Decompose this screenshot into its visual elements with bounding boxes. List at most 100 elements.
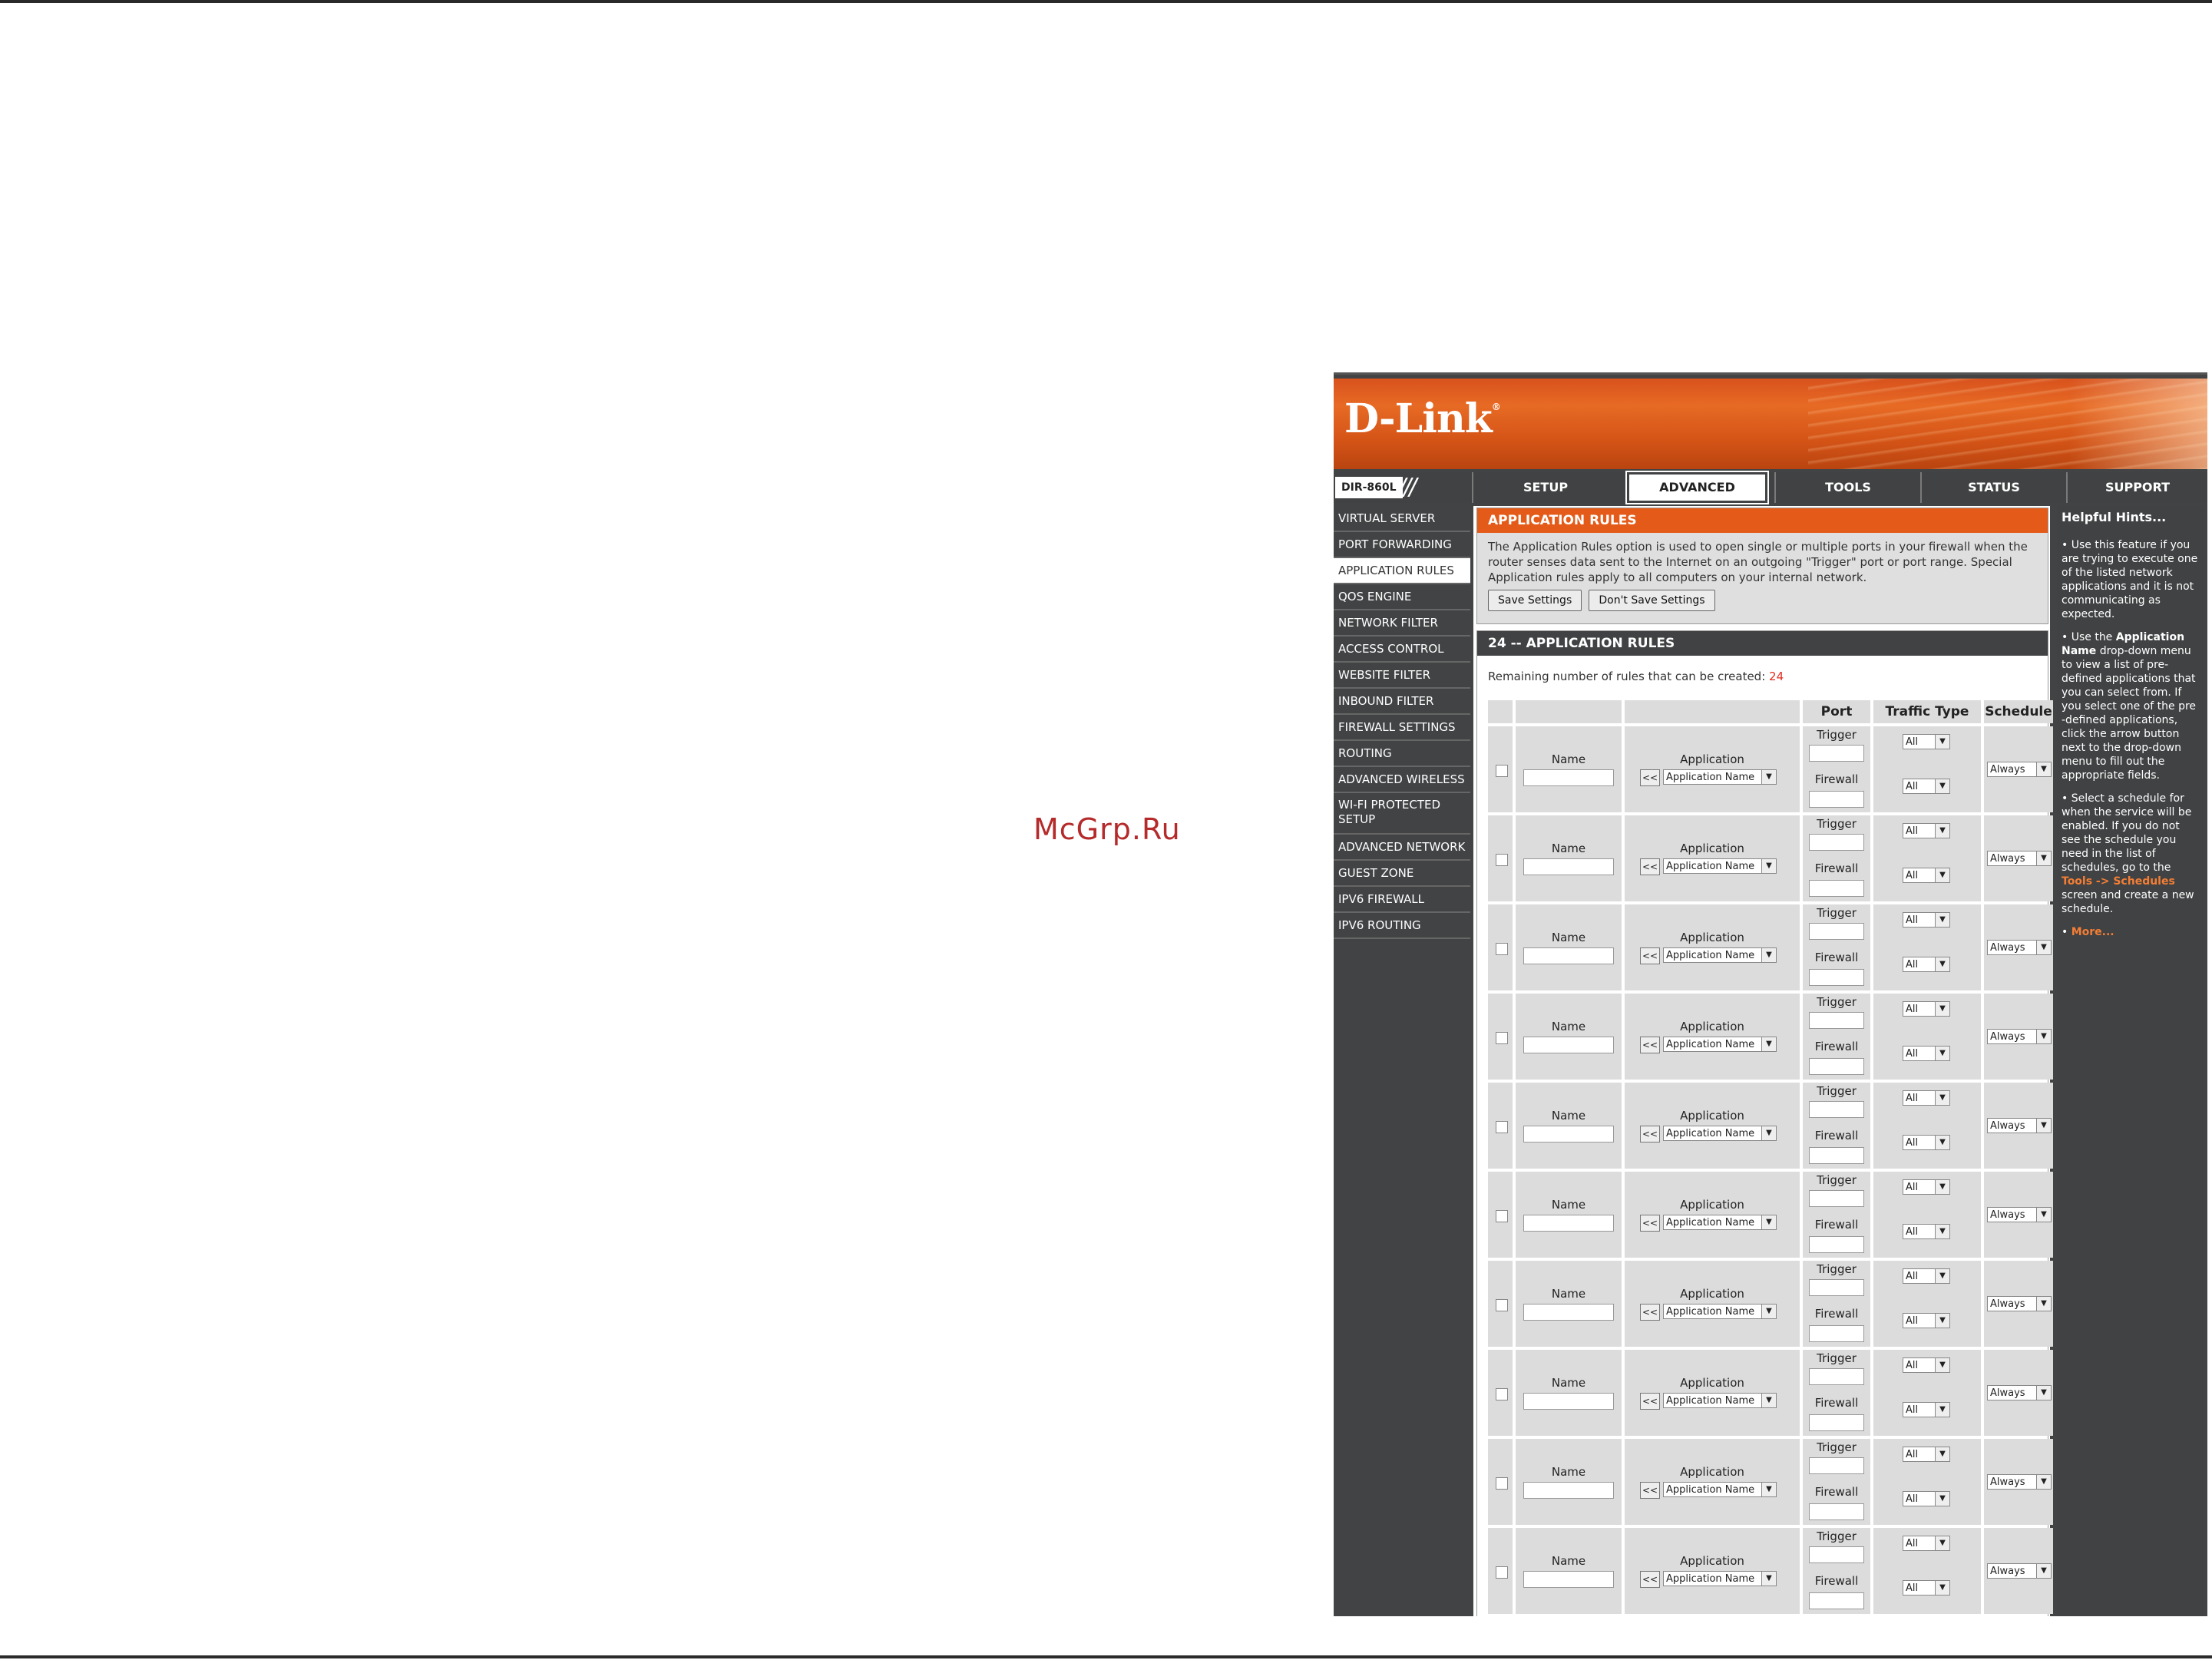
rule-enable-checkbox[interactable]: [1496, 1477, 1508, 1490]
tab-advanced[interactable]: ADVANCED: [1625, 471, 1769, 504]
sidebar-item-virtual-server[interactable]: VIRTUAL SERVER: [1334, 506, 1470, 532]
sidebar-item-access-control[interactable]: ACCESS CONTROL: [1334, 637, 1470, 663]
application-name-select[interactable]: Application Name ▼: [1663, 947, 1777, 963]
application-name-select[interactable]: Application Name ▼: [1663, 769, 1777, 785]
firewall-traffic-type-select[interactable]: All ▼: [1903, 1313, 1950, 1328]
trigger-traffic-type-select[interactable]: All ▼: [1903, 1536, 1950, 1551]
firewall-traffic-type-select[interactable]: All ▼: [1903, 957, 1950, 972]
firewall-port-input[interactable]: [1809, 1058, 1864, 1075]
firewall-port-input[interactable]: [1809, 969, 1864, 986]
sidebar-item-advanced-wireless[interactable]: ADVANCED WIRELESS: [1334, 767, 1470, 793]
schedule-select[interactable]: Always ▼: [1987, 1563, 2052, 1579]
schedule-select[interactable]: Always ▼: [1987, 851, 2052, 866]
application-name-select[interactable]: Application Name ▼: [1663, 1037, 1777, 1052]
copy-application-button[interactable]: <<: [1640, 1215, 1660, 1232]
rule-name-input[interactable]: [1523, 1304, 1614, 1321]
trigger-port-input[interactable]: [1809, 1457, 1864, 1474]
firewall-traffic-type-select[interactable]: All ▼: [1903, 1402, 1950, 1417]
trigger-traffic-type-select[interactable]: All ▼: [1903, 912, 1950, 928]
rule-enable-checkbox[interactable]: [1496, 943, 1508, 955]
firewall-port-input[interactable]: [1809, 880, 1864, 897]
schedule-select[interactable]: Always ▼: [1987, 762, 2052, 777]
rule-enable-checkbox[interactable]: [1496, 1566, 1508, 1579]
rule-enable-checkbox[interactable]: [1496, 854, 1508, 866]
firewall-port-input[interactable]: [1809, 1503, 1864, 1520]
trigger-traffic-type-select[interactable]: All ▼: [1903, 1179, 1950, 1195]
firewall-traffic-type-select[interactable]: All ▼: [1903, 1224, 1950, 1239]
trigger-port-input[interactable]: [1809, 1190, 1864, 1207]
firewall-port-input[interactable]: [1809, 791, 1864, 808]
application-name-select[interactable]: Application Name ▼: [1663, 1126, 1777, 1141]
trigger-traffic-type-select[interactable]: All ▼: [1903, 823, 1950, 838]
rule-name-input[interactable]: [1523, 1482, 1614, 1499]
sidebar-item-firewall-settings[interactable]: FIREWALL SETTINGS: [1334, 715, 1470, 741]
sidebar-item-wifi-protected-setup[interactable]: WI-FI PROTECTED SETUP: [1334, 793, 1470, 835]
rule-name-input[interactable]: [1523, 1393, 1614, 1410]
trigger-traffic-type-select[interactable]: All ▼: [1903, 1090, 1950, 1106]
tab-setup[interactable]: SETUP: [1472, 472, 1618, 503]
dont-save-settings-button[interactable]: Don't Save Settings: [1589, 590, 1715, 611]
rule-name-input[interactable]: [1523, 858, 1614, 875]
trigger-traffic-type-select[interactable]: All ▼: [1903, 1357, 1950, 1373]
firewall-traffic-type-select[interactable]: All ▼: [1903, 1580, 1950, 1596]
trigger-port-input[interactable]: [1809, 1012, 1864, 1029]
firewall-port-input[interactable]: [1809, 1592, 1864, 1609]
application-name-select[interactable]: Application Name ▼: [1663, 858, 1777, 874]
copy-application-button[interactable]: <<: [1640, 947, 1660, 964]
application-name-select[interactable]: Application Name ▼: [1663, 1304, 1777, 1319]
schedule-select[interactable]: Always ▼: [1987, 1296, 2052, 1311]
rule-enable-checkbox[interactable]: [1496, 1210, 1508, 1222]
firewall-port-input[interactable]: [1809, 1325, 1864, 1342]
copy-application-button[interactable]: <<: [1640, 858, 1660, 875]
trigger-port-input[interactable]: [1809, 834, 1864, 851]
firewall-port-input[interactable]: [1809, 1147, 1864, 1164]
trigger-port-input[interactable]: [1809, 923, 1864, 940]
copy-application-button[interactable]: <<: [1640, 1482, 1660, 1499]
sidebar-item-ipv6-firewall[interactable]: IPV6 FIREWALL: [1334, 887, 1470, 913]
copy-application-button[interactable]: <<: [1640, 1037, 1660, 1053]
sidebar-item-ipv6-routing[interactable]: IPV6 ROUTING: [1334, 913, 1470, 939]
sidebar-item-guest-zone[interactable]: GUEST ZONE: [1334, 861, 1470, 887]
rule-name-input[interactable]: [1523, 1037, 1614, 1053]
rule-enable-checkbox[interactable]: [1496, 1388, 1508, 1400]
copy-application-button[interactable]: <<: [1640, 769, 1660, 786]
schedule-select[interactable]: Always ▼: [1987, 940, 2052, 955]
schedule-select[interactable]: Always ▼: [1987, 1207, 2052, 1222]
trigger-traffic-type-select[interactable]: All ▼: [1903, 1268, 1950, 1284]
copy-application-button[interactable]: <<: [1640, 1304, 1660, 1321]
more-link[interactable]: More...: [2071, 926, 2114, 938]
tab-support[interactable]: SUPPORT: [2066, 472, 2207, 503]
sidebar-item-qos-engine[interactable]: QOS ENGINE: [1334, 584, 1470, 610]
schedule-select[interactable]: Always ▼: [1987, 1029, 2052, 1044]
rule-name-input[interactable]: [1523, 1571, 1614, 1588]
rule-name-input[interactable]: [1523, 769, 1614, 786]
schedule-select[interactable]: Always ▼: [1987, 1474, 2052, 1490]
sidebar-item-network-filter[interactable]: NETWORK FILTER: [1334, 610, 1470, 637]
firewall-traffic-type-select[interactable]: All ▼: [1903, 1046, 1950, 1061]
trigger-traffic-type-select[interactable]: All ▼: [1903, 1447, 1950, 1462]
copy-application-button[interactable]: <<: [1640, 1571, 1660, 1588]
trigger-port-input[interactable]: [1809, 1546, 1864, 1563]
rule-enable-checkbox[interactable]: [1496, 1121, 1508, 1133]
application-name-select[interactable]: Application Name ▼: [1663, 1571, 1777, 1586]
rule-name-input[interactable]: [1523, 947, 1614, 964]
firewall-traffic-type-select[interactable]: All ▼: [1903, 1491, 1950, 1506]
firewall-traffic-type-select[interactable]: All ▼: [1903, 868, 1950, 883]
sidebar-item-advanced-network[interactable]: ADVANCED NETWORK: [1334, 835, 1470, 861]
application-name-select[interactable]: Application Name ▼: [1663, 1482, 1777, 1497]
sidebar-item-routing[interactable]: ROUTING: [1334, 741, 1470, 767]
trigger-port-input[interactable]: [1809, 1101, 1864, 1118]
schedule-select[interactable]: Always ▼: [1987, 1118, 2052, 1133]
firewall-port-input[interactable]: [1809, 1236, 1864, 1253]
rule-enable-checkbox[interactable]: [1496, 765, 1508, 777]
rule-name-input[interactable]: [1523, 1126, 1614, 1142]
application-name-select[interactable]: Application Name ▼: [1663, 1393, 1777, 1408]
trigger-traffic-type-select[interactable]: All ▼: [1903, 1001, 1950, 1017]
trigger-port-input[interactable]: [1809, 1279, 1864, 1296]
sidebar-item-application-rules[interactable]: APPLICATION RULES: [1334, 558, 1470, 584]
firewall-traffic-type-select[interactable]: All ▼: [1903, 779, 1950, 794]
application-name-select[interactable]: Application Name ▼: [1663, 1215, 1777, 1230]
save-settings-button[interactable]: Save Settings: [1488, 590, 1582, 611]
firewall-port-input[interactable]: [1809, 1414, 1864, 1431]
copy-application-button[interactable]: <<: [1640, 1126, 1660, 1142]
